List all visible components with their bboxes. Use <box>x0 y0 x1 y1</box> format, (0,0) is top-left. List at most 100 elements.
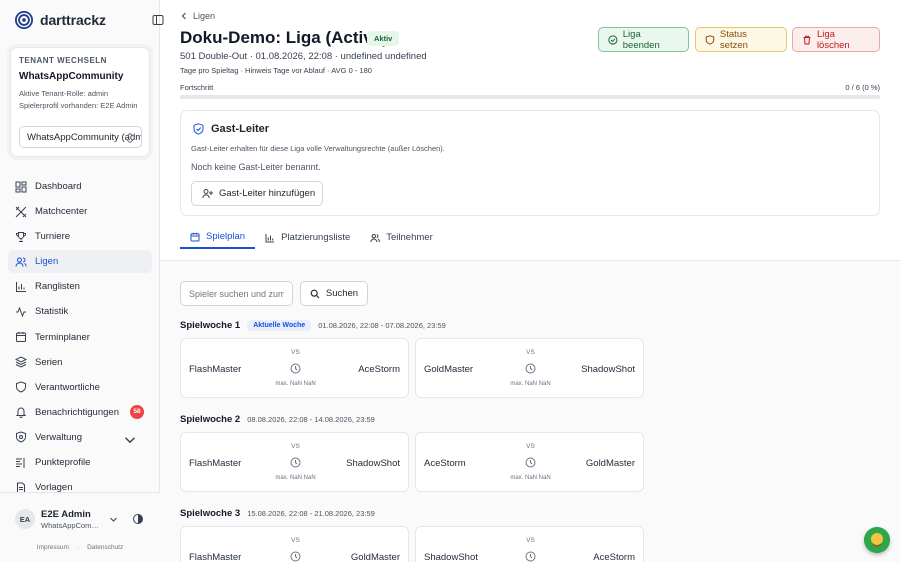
match-card[interactable]: VS ShadowShot AceStorm <box>415 526 644 562</box>
theme-toggle-icon[interactable] <box>132 513 144 525</box>
brand[interactable]: darttrackz <box>15 11 106 29</box>
breadcrumb-label: Ligen <box>193 11 216 21</box>
sidebar-item-benachrichtigungen[interactable]: Benachrichtigungen 58 <box>8 401 152 424</box>
match-card[interactable]: VS FlashMaster GoldMaster <box>180 526 409 562</box>
calendar-icon <box>190 232 200 241</box>
clock-icon <box>290 457 301 468</box>
away-player: GoldMaster <box>585 458 635 469</box>
away-player: AceStorm <box>358 364 400 375</box>
sidebar-item-ligen[interactable]: Ligen <box>8 250 152 274</box>
dashboard-icon <box>15 181 27 192</box>
week-header: Spielwoche 2 08.08.2026, 22:08 - 14.08.2… <box>180 414 375 425</box>
vs-label: VS <box>291 349 300 356</box>
end-league-button[interactable]: Liga beenden <box>598 27 689 52</box>
vs-label: VS <box>526 443 535 450</box>
vs-label: VS <box>526 349 535 356</box>
away-player: ShadowShot <box>581 364 635 375</box>
max-score: max. NaN NaN <box>275 475 316 481</box>
sidebar-item-terminplaner[interactable]: Terminplaner <box>8 326 152 349</box>
datenschutz-link[interactable]: Datenschutz <box>87 544 123 551</box>
sidebar-nav: Dashboard Matchcenter Turniere Ligen Ran… <box>8 175 152 501</box>
tab-teilnehmer[interactable]: Teilnehmer <box>360 226 442 249</box>
assistant-fab-icon[interactable] <box>864 527 890 553</box>
sidebar-item-statistik[interactable]: Statistik <box>8 300 152 323</box>
sidebar: darttrackz TENANT WECHSELN WhatsAppCommu… <box>0 0 164 562</box>
tab-label: Spielplan <box>206 231 246 242</box>
chevron-down-icon[interactable] <box>109 515 118 524</box>
end-league-label: Liga beenden <box>622 28 660 51</box>
status-badge: Aktiv <box>367 31 400 46</box>
clock-icon <box>290 363 301 374</box>
week-title: Spielwoche 3 <box>180 508 241 519</box>
list-icon <box>16 457 25 468</box>
settings-icon <box>16 431 26 443</box>
tenant-select[interactable]: WhatsAppCommunity (admin) <box>19 126 142 148</box>
delete-league-button[interactable]: Liga löschen <box>792 27 880 52</box>
week-title: Spielwoche 1 <box>180 320 241 331</box>
dartboard-logo-icon <box>15 11 33 29</box>
league-tabs: Spielplan Platzierungsliste Teilnehmer <box>180 226 443 249</box>
tab-label: Teilnehmer <box>386 232 433 243</box>
clock-icon <box>290 551 301 562</box>
avatar[interactable]: EA <box>15 509 35 529</box>
users-icon <box>370 233 381 242</box>
activity-icon <box>16 306 26 318</box>
sidebar-item-label: Terminplaner <box>35 331 90 343</box>
away-player: ShadowShot <box>346 458 400 469</box>
home-player: ShadowShot <box>424 552 478 562</box>
check-circle-icon <box>608 34 618 45</box>
add-guest-leader-label: Gast-Leiter hinzufügen <box>219 188 316 199</box>
home-player: AceStorm <box>424 458 466 469</box>
user-name[interactable]: E2E Admin <box>41 509 91 520</box>
sidebar-item-dashboard[interactable]: Dashboard <box>8 175 152 198</box>
vs-label: VS <box>291 443 300 450</box>
tenant-switcher-title: TENANT WECHSELN <box>19 56 107 65</box>
sidebar-item-verwaltung[interactable]: Verwaltung <box>8 426 152 449</box>
sidebar-item-verantwortliche[interactable]: Verantwortliche <box>8 376 152 399</box>
crossed-darts-icon <box>15 206 27 217</box>
search-button-label: Suchen <box>325 288 359 299</box>
sidebar-item-label: Benachrichtigungen <box>35 406 119 418</box>
max-score: max. NaN NaN <box>275 381 316 387</box>
sidebar-item-turniere[interactable]: Turniere <box>8 225 152 248</box>
progress-label: Fortschritt <box>180 83 214 92</box>
shield-icon <box>16 381 26 393</box>
main-content: Ligen Doku-Demo: Liga (Active) Aktiv 501… <box>160 0 900 562</box>
sidebar-item-label: Punkteprofile <box>35 457 91 469</box>
set-status-button[interactable]: Status setzen <box>695 27 787 52</box>
clock-icon <box>525 457 536 468</box>
add-guest-leader-button[interactable]: Gast-Leiter hinzufügen <box>191 181 323 206</box>
chevrons-up-down-icon <box>126 132 134 144</box>
tab-spielplan[interactable]: Spielplan <box>180 226 256 249</box>
tenant-switcher-card: TENANT WECHSELN WhatsAppCommunity Aktive… <box>10 47 150 157</box>
guest-leader-description: Gast-Leiter erhalten für diese Liga voll… <box>191 144 445 153</box>
week-dates: 15.08.2026, 22:08 - 21.08.2026, 23:59 <box>247 509 375 518</box>
sidebar-item-punkteprofile[interactable]: Punkteprofile <box>8 451 152 474</box>
notification-count-badge: 58 <box>130 404 144 419</box>
match-card[interactable]: VS FlashMaster ShadowShot max. NaN NaN <box>180 432 409 492</box>
impressum-link[interactable]: Impressum <box>37 544 69 551</box>
link-separator: · <box>76 544 80 551</box>
match-card[interactable]: VS AceStorm GoldMaster max. NaN NaN <box>415 432 644 492</box>
page-title: Doku-Demo: Liga (Active) <box>180 28 388 47</box>
week-dates: 08.08.2026, 22:08 - 14.08.2026, 23:59 <box>247 415 375 424</box>
tenant-role: Aktive Tenant-Rolle: admin <box>19 89 109 98</box>
user-plus-icon <box>202 189 213 199</box>
player-search-input[interactable] <box>180 281 293 306</box>
sidebar-item-label: Dashboard <box>35 181 82 192</box>
match-card[interactable]: VS FlashMaster AceStorm max. NaN NaN <box>180 338 409 398</box>
bar-chart-icon <box>265 233 275 242</box>
guest-leader-heading: Gast-Leiter <box>211 123 270 135</box>
sidebar-item-ranglisten[interactable]: Ranglisten <box>8 275 152 298</box>
week-header: Spielwoche 3 15.08.2026, 22:08 - 21.08.2… <box>180 508 375 519</box>
sidebar-item-matchcenter[interactable]: Matchcenter <box>8 200 152 223</box>
bar-chart-icon <box>16 281 26 292</box>
sidebar-item-label: Matchcenter <box>35 206 88 218</box>
breadcrumb[interactable]: Ligen <box>180 11 215 21</box>
vs-label: VS <box>291 537 300 544</box>
sidebar-item-serien[interactable]: Serien <box>8 351 152 374</box>
guest-leader-title: Gast-Leiter <box>193 123 269 135</box>
tab-platzierungsliste[interactable]: Platzierungsliste <box>255 226 360 249</box>
search-button[interactable]: Suchen <box>300 281 368 306</box>
match-card[interactable]: VS GoldMaster ShadowShot max. NaN NaN <box>415 338 644 398</box>
